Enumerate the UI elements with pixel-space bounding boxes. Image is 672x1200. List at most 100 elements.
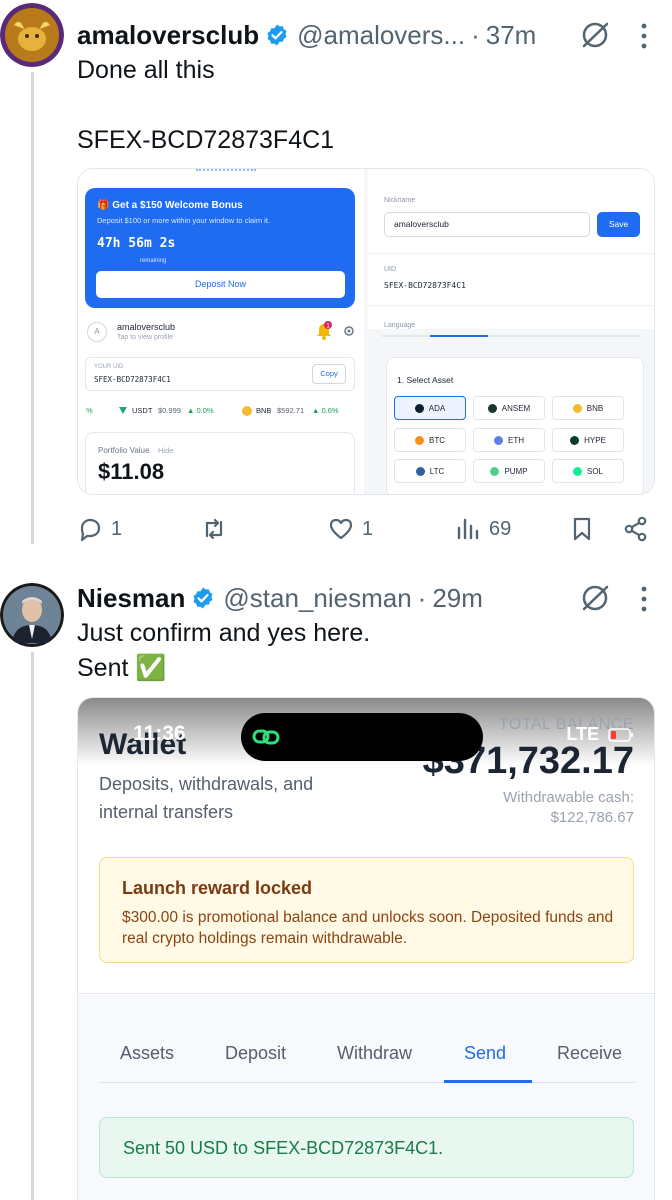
tweet-1-actions: 1 1 69 <box>77 512 657 546</box>
bnb-icon <box>572 403 582 413</box>
thread-line-1 <box>31 72 34 544</box>
portfolio-value: $11.08 <box>98 459 165 484</box>
deposit-now-button[interactable]: Deposit Now <box>96 271 345 298</box>
bonus-title: 🎁 Get a $150 Welcome Bonus <box>97 200 243 211</box>
tab-deposit[interactable]: Deposit <box>225 1043 286 1064</box>
profile-name: amaloversclub <box>117 322 176 332</box>
withdrawable-label: Withdrawable cash: <box>503 789 634 806</box>
asset-sol[interactable]: SOL <box>552 459 624 483</box>
bnb-symbol: BNB <box>256 406 272 415</box>
ada-icon <box>414 403 424 413</box>
deposit-card: 1. Select Asset ADA ANSEM BNB BTC ETH HY… <box>368 335 654 494</box>
grok-icon[interactable] <box>580 20 610 50</box>
asset-hype[interactable]: HYPE <box>552 428 624 452</box>
bell-icon[interactable]: 1 <box>315 321 333 341</box>
bookmark-icon <box>573 517 591 541</box>
hype-icon <box>570 435 580 445</box>
more-options-icon[interactable] <box>640 23 648 49</box>
reply-icon <box>80 518 101 542</box>
like-count: 1 <box>362 517 374 540</box>
usdt-change: ▲ 0.0% <box>187 406 214 415</box>
ltc-icon <box>415 466 425 476</box>
exchange-dashboard-panel: 🎁 Get a $150 Welcome Bonus Deposit $100 … <box>78 169 364 494</box>
views-chart-icon <box>457 518 479 540</box>
tweet-time[interactable]: 29m <box>432 583 483 614</box>
uid-label: UID <box>384 266 397 273</box>
asset-label: BNB <box>586 403 604 413</box>
reply-count: 1 <box>111 517 123 540</box>
asset-label: ADA <box>428 403 446 413</box>
author-handle[interactable]: @amalovers... <box>297 20 465 51</box>
status-bar-time: 11:36 <box>133 722 186 745</box>
btc-icon <box>415 435 424 445</box>
save-nickname-button[interactable]: Save <box>597 212 640 237</box>
asset-btc[interactable]: BTC <box>394 428 466 452</box>
share-icon <box>624 516 647 542</box>
usdt-price: $0.999 <box>158 406 181 415</box>
price-ticker: % USDT $0.999 ▲ 0.0% BNB $592.71 ▲ 0.6% <box>78 405 364 419</box>
separator-dot: · <box>471 19 480 50</box>
avatar-niesman[interactable] <box>0 583 64 647</box>
divider <box>368 305 654 306</box>
pump-icon <box>490 466 500 476</box>
profile-row[interactable]: A amaloversclub Tap to view profile 1 <box>85 319 360 347</box>
tweet-2-header: Niesman @stan_niesman · 29m <box>77 578 664 618</box>
dynamic-island <box>241 713 483 761</box>
wallet-subtitle: Deposits, withdrawals, and internal tran… <box>99 774 314 822</box>
thread-line-2 <box>31 652 34 1200</box>
bookmark-button[interactable] <box>569 512 603 546</box>
ansem-icon <box>487 403 497 413</box>
more-options-icon[interactable] <box>640 586 648 612</box>
nickname-input[interactable]: amaloversclub <box>384 212 590 237</box>
author-name[interactable]: Niesman <box>77 583 185 614</box>
scroll-indicator <box>196 169 256 173</box>
asset-eth[interactable]: ETH <box>473 428 545 452</box>
tweet-1-media[interactable]: 🎁 Get a $150 Welcome Bonus Deposit $100 … <box>77 168 655 495</box>
asset-ada[interactable]: ADA <box>394 396 466 420</box>
bull-avatar-icon <box>0 3 64 67</box>
tweet-2-media[interactable]: Wallet Deposits, withdrawals, and intern… <box>77 697 655 1200</box>
tab-withdraw[interactable]: Withdraw <box>337 1043 412 1064</box>
share-button[interactable] <box>623 512 657 546</box>
status-bar-network: LTE <box>566 724 634 745</box>
uid-box: YOUR UID SFEX-BCD72873F4C1 Copy <box>85 357 355 391</box>
asset-bnb[interactable]: BNB <box>552 396 624 420</box>
tweet-time[interactable]: 37m <box>486 20 537 51</box>
separator-dot: · <box>417 582 427 613</box>
asset-label: ANSEM <box>501 403 531 413</box>
like-button[interactable]: 1 <box>328 512 373 546</box>
retweet-button[interactable] <box>201 512 235 546</box>
wallet-tabs: Assets Deposit Withdraw Send Receive <box>99 1037 635 1083</box>
tab-send[interactable]: Send <box>464 1043 506 1064</box>
usdt-symbol: USDT <box>132 406 153 415</box>
asset-select-title: 1. Select Asset <box>397 375 454 385</box>
tab-receive[interactable]: Receive <box>557 1043 622 1064</box>
grok-icon[interactable] <box>580 583 610 613</box>
bonus-subtitle: Deposit $100 or more within your window … <box>97 216 270 225</box>
author-name[interactable]: amaloversclub <box>77 20 259 51</box>
bnb-change: ▲ 0.6% <box>312 406 339 415</box>
views-button[interactable]: 69 <box>455 512 511 546</box>
gear-icon[interactable] <box>343 325 355 337</box>
usdt-icon <box>118 406 128 417</box>
verified-badge-icon <box>267 24 287 46</box>
tab-assets[interactable]: Assets <box>120 1043 174 1064</box>
asset-ansem[interactable]: ANSEM <box>473 396 545 420</box>
hide-toggle[interactable]: Hide <box>158 446 173 455</box>
copy-uid-button[interactable]: Copy <box>312 364 346 384</box>
asset-select-panel: 1. Select Asset ADA ANSEM BNB BTC ETH HY… <box>386 357 644 494</box>
asset-ltc[interactable]: LTC <box>394 459 466 483</box>
reply-button[interactable]: 1 <box>77 512 122 546</box>
author-handle[interactable]: @stan_niesman <box>223 583 411 614</box>
sent-message: Sent 50 USD to SFEX-BCD72873F4C1. <box>123 1138 444 1158</box>
welcome-bonus-card: 🎁 Get a $150 Welcome Bonus Deposit $100 … <box>85 188 355 308</box>
asset-pump[interactable]: PUMP <box>473 459 545 483</box>
link-icon <box>252 729 280 745</box>
eth-icon <box>494 435 503 445</box>
asset-label: HYPE <box>584 435 606 445</box>
asset-label: SOL <box>586 466 603 476</box>
person-avatar-icon <box>0 583 64 647</box>
profile-avatar: A <box>87 322 107 342</box>
profile-settings-card: Nickname amaloversclub Save UID SFEX-BCD… <box>368 169 654 329</box>
avatar-amaloversclub[interactable] <box>0 3 64 67</box>
